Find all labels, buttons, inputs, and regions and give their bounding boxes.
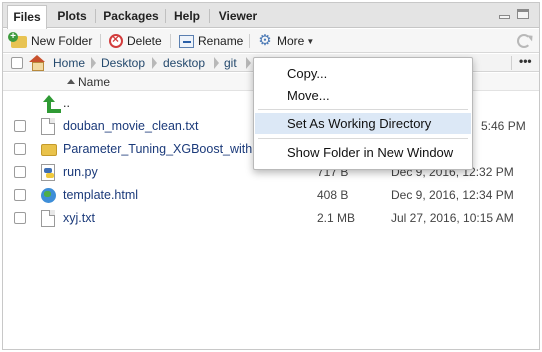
rename-label: Rename	[198, 34, 244, 48]
tab-viewer[interactable]: Viewer	[211, 5, 265, 28]
file-modified: Dec 9, 2016, 12:34 PM	[391, 188, 514, 202]
tab-packages[interactable]: Packages	[97, 5, 165, 28]
file-size: 2.1 MB	[317, 211, 356, 225]
files-pane: Files Plots Packages Help Viewer New Fol…	[2, 2, 540, 350]
toolbar-divider	[170, 34, 171, 48]
toolbar-divider	[249, 34, 250, 48]
delete-button[interactable]: Delete	[109, 32, 162, 50]
up-arrow-icon	[41, 95, 61, 113]
list-item[interactable]: template.html 408 B Dec 9, 2016, 12:34 P…	[3, 184, 539, 207]
chevron-down-icon: ▼	[306, 36, 315, 46]
menu-item-show-folder-new-window[interactable]: Show Folder in New Window	[255, 142, 471, 163]
more-menu-button[interactable]: ⚙ More ▼	[257, 32, 314, 50]
pane-tab-bar: Files Plots Packages Help Viewer	[3, 3, 539, 29]
breadcrumb-separator-icon	[152, 57, 157, 69]
file-size: 408 B	[317, 188, 349, 202]
file-name[interactable]: xyj.txt	[63, 211, 95, 225]
breadcrumb-divider	[511, 56, 512, 70]
files-toolbar: New Folder Delete Rename ⚙ More ▼	[3, 29, 539, 53]
menu-item-move[interactable]: Move...	[255, 85, 471, 106]
tab-help[interactable]: Help	[167, 5, 207, 28]
row-checkbox[interactable]	[14, 143, 26, 155]
delete-icon	[109, 32, 123, 48]
tab-files[interactable]: Files	[7, 5, 47, 29]
html-file-icon	[41, 188, 56, 203]
list-item[interactable]: xyj.txt 2.1 MB Jul 27, 2016, 10:15 AM	[3, 207, 539, 230]
folder-icon	[41, 144, 57, 156]
gear-icon: ⚙	[258, 32, 272, 49]
tab-divider	[95, 9, 96, 23]
name-column-header[interactable]: Name	[78, 75, 110, 89]
file-name[interactable]: ..	[63, 96, 70, 110]
file-modified: Jul 27, 2016, 10:15 AM	[391, 211, 514, 225]
breadcrumb-desktop-lower[interactable]: desktop	[163, 55, 205, 71]
file-name[interactable]: template.html	[63, 188, 138, 202]
select-all-checkbox[interactable]	[11, 57, 23, 69]
row-checkbox[interactable]	[14, 120, 26, 132]
menu-item-copy[interactable]: Copy...	[255, 63, 471, 84]
row-checkbox[interactable]	[14, 189, 26, 201]
refresh-icon[interactable]	[517, 34, 531, 48]
more-label: More	[277, 34, 305, 48]
menu-divider	[258, 138, 468, 139]
tab-divider	[209, 9, 210, 23]
file-icon	[41, 118, 55, 135]
toolbar-divider	[100, 34, 101, 48]
breadcrumb-git[interactable]: git	[224, 55, 237, 71]
tab-plots[interactable]: Plots	[51, 5, 93, 28]
home-icon[interactable]	[29, 55, 45, 71]
row-checkbox[interactable]	[14, 212, 26, 224]
new-folder-button[interactable]: New Folder	[8, 32, 93, 50]
new-folder-label: New Folder	[31, 34, 93, 48]
menu-item-set-working-directory[interactable]: Set As Working Directory	[255, 113, 471, 134]
breadcrumb-home[interactable]: Home	[53, 55, 85, 71]
file-name[interactable]: Parameter_Tuning_XGBoost_with	[63, 142, 252, 156]
rename-icon	[179, 34, 194, 48]
sort-ascending-icon	[67, 79, 75, 84]
menu-divider	[258, 109, 468, 110]
more-dropdown-menu: Copy... Move... Set As Working Directory…	[253, 57, 473, 170]
breadcrumb-desktop[interactable]: Desktop	[101, 55, 145, 71]
rename-button[interactable]: Rename	[179, 32, 243, 50]
breadcrumb-separator-icon	[91, 57, 96, 69]
file-modified: 5:46 PM	[481, 119, 526, 133]
maximize-pane-icon[interactable]	[517, 9, 529, 19]
breadcrumb-separator-icon	[246, 57, 251, 69]
delete-label: Delete	[127, 34, 162, 48]
minimize-pane-icon[interactable]	[499, 15, 510, 19]
breadcrumb-separator-icon	[214, 57, 219, 69]
file-name[interactable]: run.py	[63, 165, 98, 179]
file-icon	[41, 210, 55, 227]
row-checkbox[interactable]	[14, 166, 26, 178]
go-to-directory-button[interactable]: •••	[519, 54, 532, 68]
tab-divider	[165, 9, 166, 23]
new-folder-icon	[8, 32, 27, 48]
file-name[interactable]: douban_movie_clean.txt	[63, 119, 199, 133]
python-file-icon	[41, 164, 55, 181]
